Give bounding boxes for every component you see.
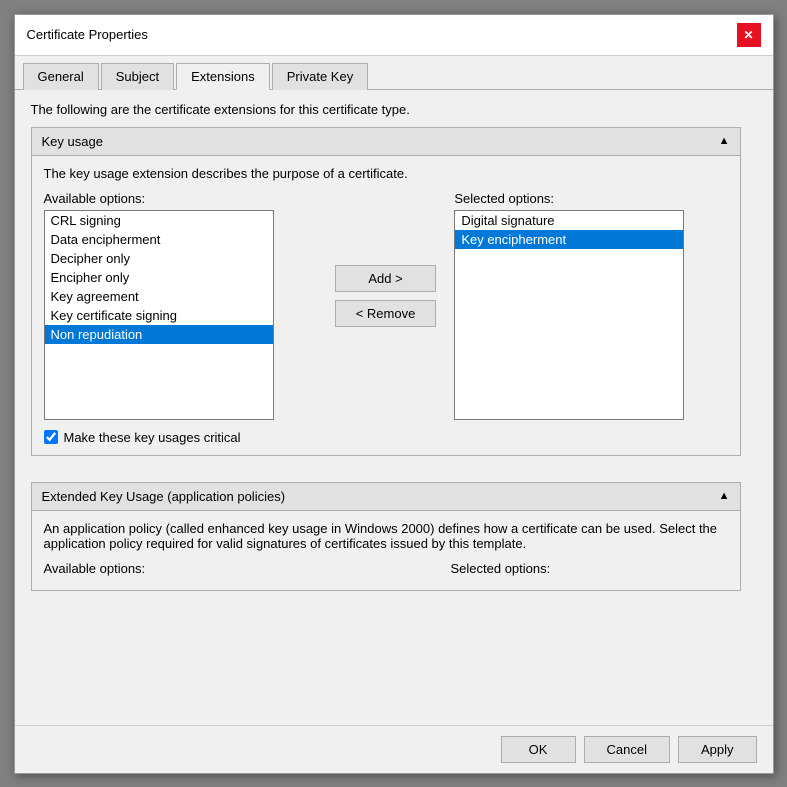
add-button[interactable]: Add >: [335, 265, 437, 292]
options-columns: Available options: CRL signing Data enci…: [44, 191, 728, 420]
critical-checkbox[interactable]: [44, 430, 58, 444]
list-item[interactable]: CRL signing: [45, 211, 273, 230]
dialog-title: Certificate Properties: [27, 27, 148, 42]
main-content: The following are the certificate extens…: [15, 90, 773, 725]
tab-private-key[interactable]: Private Key: [272, 63, 368, 90]
add-remove-buttons: Add > < Remove: [317, 191, 455, 401]
selected-label: Selected options:: [454, 191, 727, 206]
extended-key-usage-body: An application policy (called enhanced k…: [32, 511, 740, 590]
cancel-button[interactable]: Cancel: [584, 736, 670, 763]
extended-selected-col: Selected options:: [451, 561, 728, 580]
extended-available-col: Available options:: [44, 561, 321, 580]
extended-available-label: Available options:: [44, 561, 321, 576]
tab-extensions[interactable]: Extensions: [176, 63, 270, 90]
extended-selected-label: Selected options:: [451, 561, 728, 576]
apply-button[interactable]: Apply: [678, 736, 757, 763]
key-usage-body: The key usage extension describes the pu…: [32, 156, 740, 455]
critical-checkbox-row: Make these key usages critical: [44, 430, 728, 445]
tab-general[interactable]: General: [23, 63, 99, 90]
list-item[interactable]: Encipher only: [45, 268, 273, 287]
available-listbox[interactable]: CRL signing Data encipherment Decipher o…: [44, 210, 274, 420]
close-button[interactable]: ✕: [737, 23, 761, 47]
ok-button[interactable]: OK: [501, 736, 576, 763]
key-usage-chevron-icon: ▲: [719, 135, 730, 147]
list-item[interactable]: Decipher only: [45, 249, 273, 268]
key-usage-desc: The key usage extension describes the pu…: [44, 166, 728, 181]
extended-key-usage-chevron-icon: ▲: [719, 490, 730, 502]
extended-key-usage-desc: An application policy (called enhanced k…: [44, 521, 728, 551]
extended-key-usage-header[interactable]: Extended Key Usage (application policies…: [32, 483, 740, 511]
tab-subject[interactable]: Subject: [101, 63, 174, 90]
list-item[interactable]: Key agreement: [45, 287, 273, 306]
key-usage-header[interactable]: Key usage ▲: [32, 128, 740, 156]
list-item-non-repudiation[interactable]: Non repudiation: [45, 325, 273, 344]
extended-options-columns: Available options: Selected options:: [44, 561, 728, 580]
list-item[interactable]: Key certificate signing: [45, 306, 273, 325]
available-label: Available options:: [44, 191, 317, 206]
extended-key-usage-title: Extended Key Usage (application policies…: [42, 489, 286, 504]
remove-button[interactable]: < Remove: [335, 300, 437, 327]
extensions-description: The following are the certificate extens…: [31, 102, 741, 117]
list-item-key-encipherment[interactable]: Key encipherment: [455, 230, 683, 249]
selected-col: Selected options: Digital signature Key …: [454, 191, 727, 420]
certificate-properties-dialog: Certificate Properties ✕ General Subject…: [14, 14, 774, 774]
available-col: Available options: CRL signing Data enci…: [44, 191, 317, 420]
critical-checkbox-label: Make these key usages critical: [64, 430, 241, 445]
selected-listbox[interactable]: Digital signature Key encipherment: [454, 210, 684, 420]
key-usage-title: Key usage: [42, 134, 103, 149]
list-item-digital-signature[interactable]: Digital signature: [455, 211, 683, 230]
key-usage-section: Key usage ▲ The key usage extension desc…: [31, 127, 741, 456]
divider: [31, 470, 741, 482]
footer-bar: OK Cancel Apply: [15, 725, 773, 773]
list-item[interactable]: Data encipherment: [45, 230, 273, 249]
extended-key-usage-section: Extended Key Usage (application policies…: [31, 482, 741, 591]
tabs-bar: General Subject Extensions Private Key: [15, 56, 773, 90]
title-bar: Certificate Properties ✕: [15, 15, 773, 56]
